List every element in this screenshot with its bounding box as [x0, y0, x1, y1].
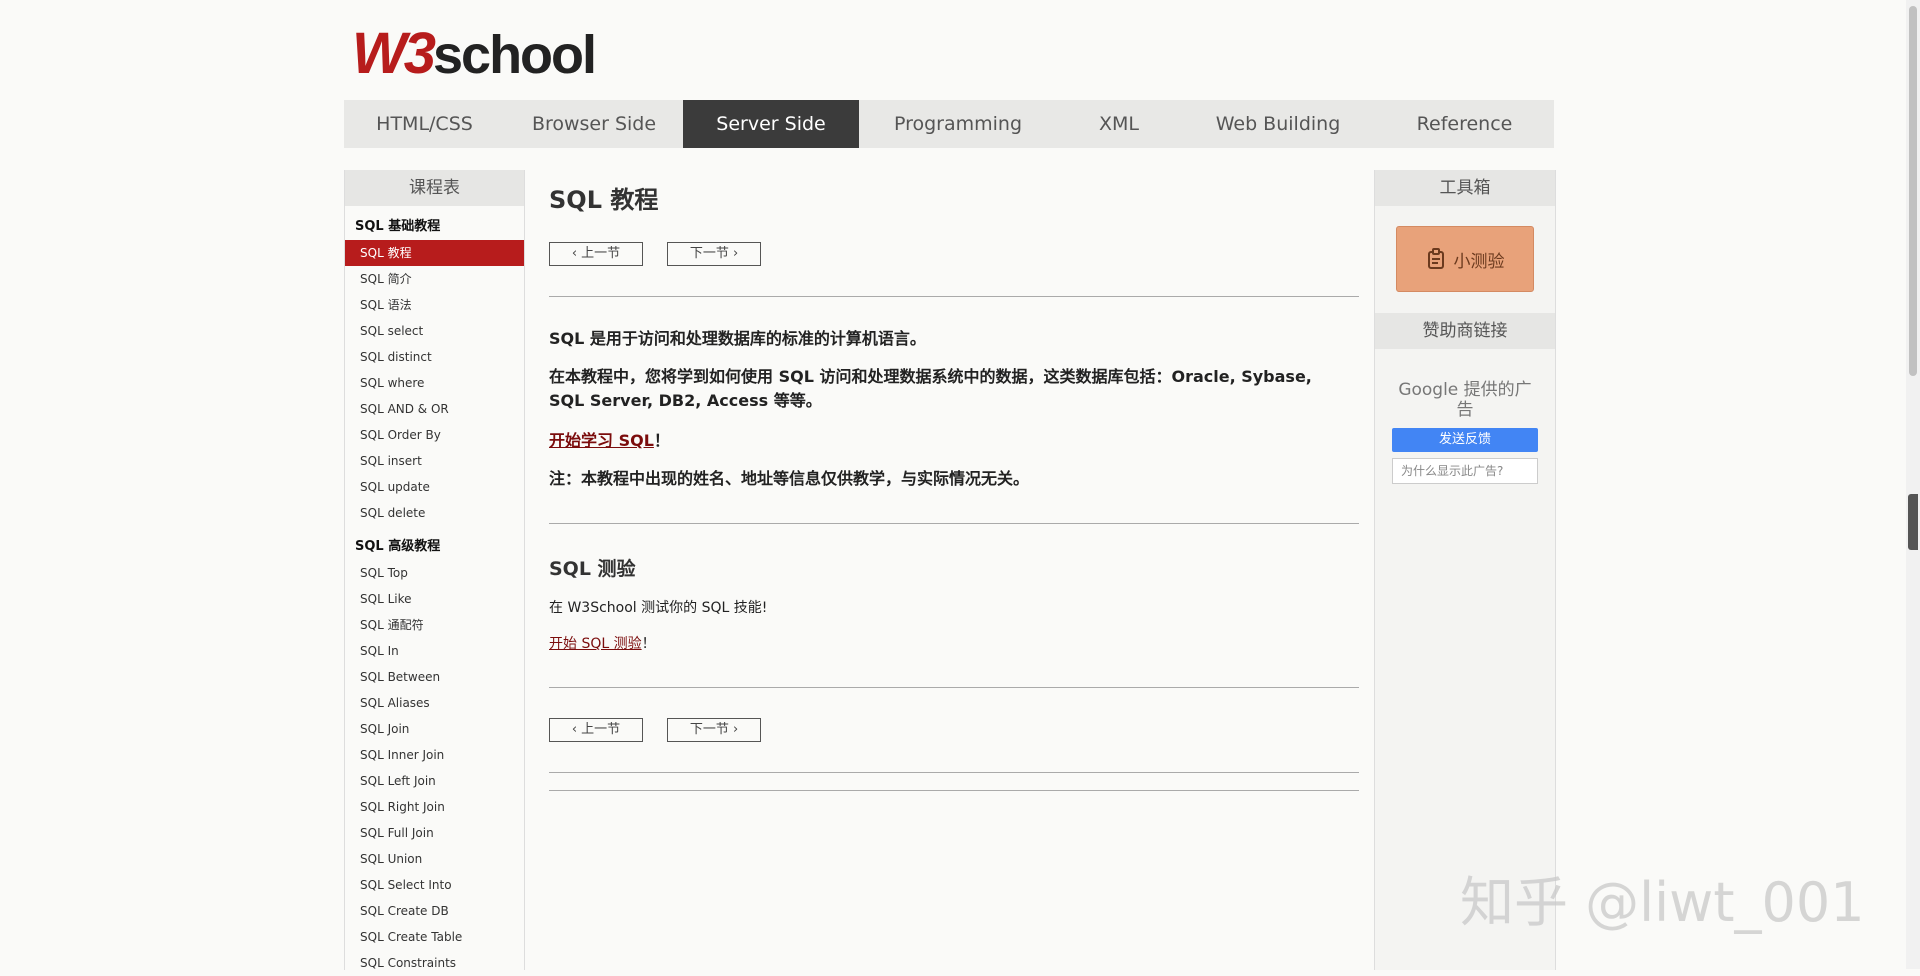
arrow-right-icon: › [728, 722, 739, 737]
prev-label: 上一节 [581, 722, 621, 737]
next-button-bottom[interactable]: 下一节 › [667, 718, 761, 742]
group-advanced: SQL 高级教程 [355, 539, 441, 554]
sidebar-item[interactable]: SQL Create DB [345, 898, 524, 924]
quiz-suffix: ！ [641, 636, 656, 652]
watermark: 知乎 @liwt_001 [1460, 871, 1865, 934]
sidebar-item[interactable]: SQL where [345, 370, 524, 396]
divider [549, 687, 1359, 688]
w3school-logo[interactable]: W3 school [352, 20, 597, 86]
next-label: 下一节 [689, 246, 729, 261]
sidebar-item[interactable]: SQL select [345, 318, 524, 344]
quiz-text: 在 W3School 测试你的 SQL 技能! [549, 600, 768, 616]
page-title: SQL 教程 [549, 186, 659, 214]
sidebar-item[interactable]: SQL Like [345, 586, 524, 612]
sidebar-item[interactable]: SQL Top [345, 560, 524, 586]
sidebar-item[interactable]: SQL 通配符 [345, 612, 524, 638]
sidebar-item[interactable]: SQL Aliases [345, 690, 524, 716]
nav-reference[interactable]: Reference [1375, 100, 1554, 148]
nav-browser-side[interactable]: Browser Side [505, 100, 683, 148]
sidebar-item[interactable]: SQL delete [345, 500, 524, 526]
note-text: 注：本教程中出现的姓名、地址等信息仅供教学，与实际情况无关。 [549, 469, 1030, 488]
google-ads-label: Google 提供的广告 [1398, 380, 1532, 420]
right-sidebar: 工具箱 小测验 赞助商链接 Google 提供的广告 发送反馈 为什么显示此广告… [1374, 170, 1556, 970]
sidebar-item[interactable]: SQL Constraints [345, 950, 524, 976]
start-quiz-link[interactable]: 开始 SQL 测验 [549, 636, 642, 652]
quiz-title: SQL 测验 [549, 558, 636, 580]
scroll-thumb[interactable] [1909, 6, 1917, 376]
ad-block: Google 提供的广告 发送反馈 为什么显示此广告? [1392, 380, 1538, 484]
nav-server-side[interactable]: Server Side [683, 100, 859, 148]
nav-html-css[interactable]: HTML/CSS [344, 100, 505, 148]
clipboard-icon [1427, 248, 1444, 269]
sidebar-item[interactable]: SQL Between [345, 664, 524, 690]
divider [549, 772, 1359, 773]
divider [549, 790, 1359, 791]
arrow-left-icon: ‹ [571, 246, 582, 261]
left-sidebar: 课程表 SQL 基础教程 SQL 教程 SQL 简介 SQL 语法 SQL se… [344, 170, 525, 970]
start-suffix: ！ [653, 431, 670, 450]
sidebar-item[interactable]: SQL insert [345, 448, 524, 474]
prev-button[interactable]: ‹ 上一节 [549, 242, 643, 266]
sidebar-item[interactable]: SQL Join [345, 716, 524, 742]
sidebar-item[interactable]: SQL Full Join [345, 820, 524, 846]
sidebar-item[interactable]: SQL Create Table [345, 924, 524, 950]
divider [549, 296, 1359, 297]
arrow-left-icon: ‹ [571, 722, 582, 737]
sidebar-item[interactable]: SQL AND & OR [345, 396, 524, 422]
sponsor-title: 赞助商链接 [1375, 313, 1555, 349]
logo-school: school [433, 25, 597, 85]
course-list-title: 课程表 [345, 170, 524, 206]
logo-w3: W3 [352, 21, 436, 86]
start-learning-link[interactable]: 开始学习 SQL [549, 431, 654, 450]
desc-text: 在本教程中，您将学到如何使用 SQL 访问和处理数据系统中的数据，这类数据库包括… [549, 367, 1312, 410]
sidebar-item[interactable]: SQL Left Join [345, 768, 524, 794]
quiz-button[interactable]: 小测验 [1396, 226, 1534, 292]
nav-programming[interactable]: Programming [859, 100, 1057, 148]
sidebar-item[interactable]: SQL Union [345, 846, 524, 872]
arrow-right-icon: › [728, 246, 739, 261]
divider [549, 523, 1359, 524]
next-label: 下一节 [689, 722, 729, 737]
sidebar-item[interactable]: SQL 简介 [345, 266, 524, 292]
sidebar-item[interactable]: SQL In [345, 638, 524, 664]
scrollbar[interactable] [1906, 0, 1920, 969]
toolbox-title: 工具箱 [1375, 170, 1555, 206]
top-nav: HTML/CSS Browser Side Server Side Progra… [344, 100, 1554, 148]
start-line: 开始学习 SQL！ [549, 427, 1359, 453]
send-feedback-button[interactable]: 发送反馈 [1392, 428, 1538, 452]
intro-text: SQL 是用于访问和处理数据库的标准的计算机语言。 [549, 329, 926, 348]
side-widget-handle[interactable] [1908, 494, 1918, 550]
sidebar-item[interactable]: SQL Right Join [345, 794, 524, 820]
sidebar-item[interactable]: SQL update [345, 474, 524, 500]
prev-button-bottom[interactable]: ‹ 上一节 [549, 718, 643, 742]
sidebar-item[interactable]: SQL Select Into [345, 872, 524, 898]
sidebar-item[interactable]: SQL 语法 [345, 292, 524, 318]
nav-xml[interactable]: XML [1057, 100, 1181, 148]
sidebar-item[interactable]: SQL 教程 [345, 240, 524, 266]
nav-web-building[interactable]: Web Building [1181, 100, 1375, 148]
prev-label: 上一节 [581, 246, 621, 261]
quiz-button-label: 小测验 [1453, 251, 1505, 272]
quiz-line: 开始 SQL 测验！ [549, 633, 1359, 655]
why-this-ad-button[interactable]: 为什么显示此广告? [1392, 458, 1538, 484]
main-content: SQL 教程 ‹ 上一节 下一节 › SQL 是用于访问和处理数据库的标准的计算… [549, 170, 1359, 791]
group-basic: SQL 基础教程 [355, 219, 441, 234]
sidebar-item[interactable]: SQL Order By [345, 422, 524, 448]
sidebar-item[interactable]: SQL Inner Join [345, 742, 524, 768]
sidebar-item[interactable]: SQL distinct [345, 344, 524, 370]
next-button[interactable]: 下一节 › [667, 242, 761, 266]
